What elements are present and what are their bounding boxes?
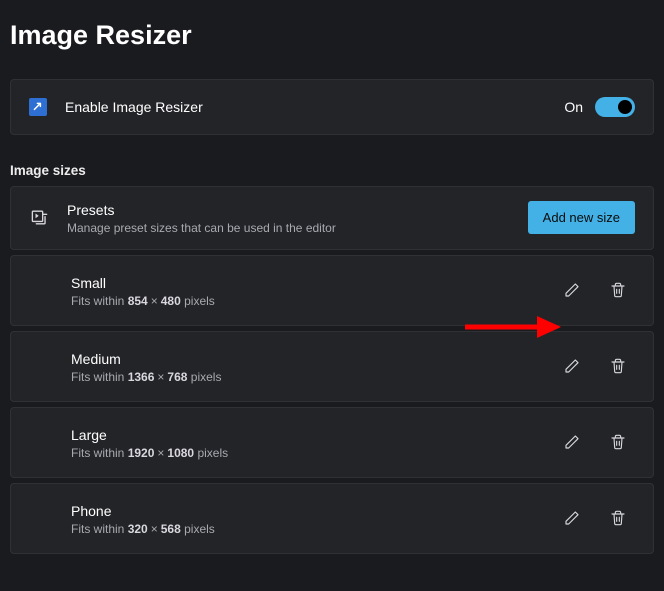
delete-button[interactable] [601, 273, 635, 307]
enable-toggle[interactable] [595, 97, 635, 117]
size-name: Large [71, 425, 543, 446]
enable-image-resizer-setting: Enable Image Resizer On [10, 79, 654, 135]
trash-icon [610, 510, 626, 526]
size-name: Medium [71, 349, 543, 370]
size-dimensions: Fits within 1366×768 pixels [71, 370, 543, 384]
trash-icon [610, 358, 626, 374]
size-dimensions: Fits within 320×568 pixels [71, 522, 543, 536]
toggle-knob [618, 100, 632, 114]
presets-header: Presets Manage preset sizes that can be … [10, 186, 654, 250]
trash-icon [610, 282, 626, 298]
presets-desc: Manage preset sizes that can be used in … [67, 221, 528, 235]
size-preset-large: Large Fits within 1920×1080 pixels [10, 407, 654, 478]
pencil-icon [564, 510, 580, 526]
image-resizer-icon [29, 98, 47, 116]
size-preset-medium: Medium Fits within 1366×768 pixels [10, 331, 654, 402]
page-title: Image Resizer [10, 20, 654, 51]
pencil-icon [564, 434, 580, 450]
add-new-size-button[interactable]: Add new size [528, 201, 635, 234]
enable-label: Enable Image Resizer [65, 99, 564, 115]
edit-button[interactable] [555, 501, 589, 535]
toggle-state-text: On [564, 99, 583, 115]
size-dimensions: Fits within 854×480 pixels [71, 294, 543, 308]
presets-icon [29, 208, 49, 228]
size-dimensions: Fits within 1920×1080 pixels [71, 446, 543, 460]
delete-button[interactable] [601, 349, 635, 383]
size-name: Phone [71, 501, 543, 522]
presets-title: Presets [67, 201, 528, 221]
edit-button[interactable] [555, 273, 589, 307]
size-preset-phone: Phone Fits within 320×568 pixels [10, 483, 654, 554]
pencil-icon [564, 282, 580, 298]
delete-button[interactable] [601, 501, 635, 535]
size-preset-small: Small Fits within 854×480 pixels [10, 255, 654, 326]
image-sizes-section-label: Image sizes [10, 163, 654, 178]
trash-icon [610, 434, 626, 450]
edit-button[interactable] [555, 425, 589, 459]
pencil-icon [564, 358, 580, 374]
edit-button[interactable] [555, 349, 589, 383]
delete-button[interactable] [601, 425, 635, 459]
size-name: Small [71, 273, 543, 294]
